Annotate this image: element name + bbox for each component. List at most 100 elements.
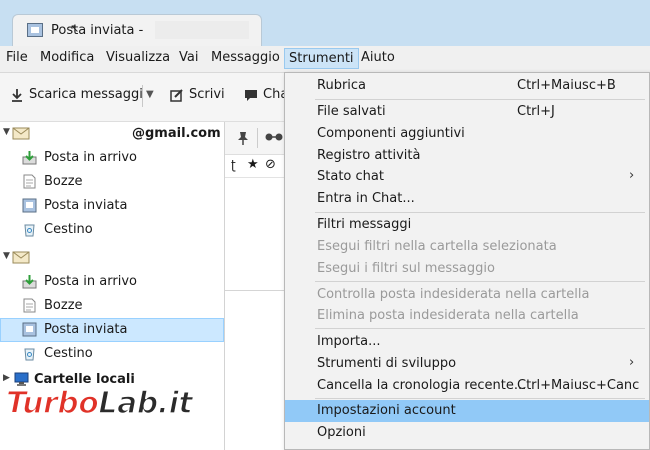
mail-account-icon — [12, 127, 30, 140]
folder-trash[interactable]: Cestino — [0, 218, 224, 242]
folder-label: Posta in arrivo — [44, 274, 137, 289]
folder-trash[interactable]: Cestino — [0, 342, 224, 366]
tab-posta-inviata[interactable]: Posta inviata - — [12, 14, 262, 46]
menu-item-label: Cancella la cronologia recente... — [317, 378, 527, 393]
menu-item-label: Componenti aggiuntivi — [317, 126, 465, 141]
download-messages-label: Scarica messaggi — [29, 87, 143, 102]
strumenti-menu: Rubrica Ctrl+Maiusc+B File salvati Ctrl+… — [284, 72, 650, 450]
menu-item-label: File salvati — [317, 104, 386, 119]
folder-sent-icon — [27, 23, 43, 37]
folder-sent-selected[interactable]: Posta inviata — [0, 318, 224, 342]
collapse-arrow-icon[interactable]: ▼ — [3, 127, 10, 137]
menu-separator — [315, 212, 645, 213]
chat-button[interactable]: Cha — [244, 87, 288, 107]
turbolab-watermark: TurboLab.it — [5, 385, 238, 430]
menu-item-label: Entra in Chat... — [317, 191, 415, 206]
glasses-icon[interactable] — [265, 132, 283, 142]
folder-inbox[interactable]: Posta in arrivo — [0, 270, 224, 294]
menu-item-cancella-cronologia[interactable]: Cancella la cronologia recente... Ctrl+M… — [285, 375, 649, 397]
trash-icon — [24, 224, 35, 237]
sent-folder-icon — [22, 322, 37, 337]
menu-item-label: Importa... — [317, 334, 381, 349]
menu-item-importa[interactable]: Importa... — [285, 331, 649, 353]
menu-item-registro-attivita[interactable]: Registro attività — [285, 145, 649, 167]
toolbar-separator — [142, 85, 143, 107]
menu-item-label: Strumenti di sviluppo — [317, 356, 457, 371]
account-row[interactable]: ▼ — [0, 246, 224, 270]
drafts-icon — [23, 174, 36, 189]
tab-title-redacted — [155, 21, 249, 39]
toolbar-separator — [257, 128, 258, 148]
menu-item-label: Registro attività — [317, 148, 421, 163]
menu-item-label: Rubrica — [317, 78, 367, 93]
computer-icon — [14, 372, 29, 386]
attachment-column-icon[interactable]: ⊘ — [265, 157, 276, 172]
menu-item-controlla-indesiderata: Controlla posta indesiderata nella carte… — [285, 284, 649, 306]
thread-column-icon[interactable]: ʈ — [231, 158, 236, 172]
submenu-arrow-icon: › — [629, 168, 635, 183]
folder-label: Cestino — [44, 222, 93, 237]
chat-bubble-icon — [245, 89, 257, 101]
watermark-part1: Turbo — [5, 385, 99, 422]
menu-item-shortcut: Ctrl+J — [517, 104, 555, 119]
menu-aiuto[interactable]: Aiuto — [361, 50, 395, 65]
menu-item-esegui-filtri-cartella: Esegui filtri nella cartella selezionata — [285, 236, 649, 258]
menu-item-filtri-messaggi[interactable]: Filtri messaggi — [285, 214, 649, 236]
menu-modifica[interactable]: Modifica — [40, 50, 94, 65]
pin-icon[interactable] — [235, 130, 251, 146]
menu-item-label: Esegui i filtri sul messaggio — [317, 261, 495, 276]
folder-drafts[interactable]: Bozze — [0, 294, 224, 318]
menu-item-impostazioni-account[interactable]: Impostazioni account — [285, 400, 649, 422]
download-icon — [12, 88, 22, 102]
menu-item-esegui-filtri-messaggio: Esegui i filtri sul messaggio — [285, 258, 649, 280]
chevron-down-icon[interactable]: ▼ — [146, 89, 154, 100]
menu-item-label: Esegui filtri nella cartella selezionata — [317, 239, 557, 254]
folder-label: Posta inviata — [44, 198, 128, 213]
star-column-icon[interactable]: ★ — [247, 157, 259, 172]
collapse-arrow-icon[interactable]: ▼ — [3, 251, 10, 261]
folder-label: Bozze — [44, 174, 83, 189]
menu-item-opzioni[interactable]: Opzioni — [285, 422, 649, 444]
menu-item-rubrica[interactable]: Rubrica Ctrl+Maiusc+B — [285, 75, 649, 97]
menu-item-componenti-aggiuntivi[interactable]: Componenti aggiuntivi — [285, 123, 649, 145]
menu-item-entra-in-chat[interactable]: Entra in Chat... — [285, 188, 649, 210]
menu-strumenti[interactable]: Strumenti — [284, 48, 359, 69]
tab-title: Posta inviata - — [51, 23, 144, 38]
pencil-icon — [170, 88, 183, 102]
menu-item-file-salvati[interactable]: File salvati Ctrl+J — [285, 101, 649, 123]
menu-file[interactable]: File — [6, 50, 28, 65]
menu-item-elimina-indesiderata: Elimina posta indesiderata nella cartell… — [285, 305, 649, 327]
menu-item-label: Impostazioni account — [317, 403, 456, 418]
mouse-cursor-icon: ↖ — [70, 22, 80, 35]
submenu-arrow-icon: › — [629, 355, 635, 370]
menu-separator — [315, 281, 645, 282]
drafts-icon — [23, 298, 36, 313]
watermark-part2: Lab.it — [98, 385, 194, 422]
folder-sent[interactable]: Posta inviata — [0, 194, 224, 218]
menu-separator — [315, 398, 645, 399]
expand-arrow-icon[interactable]: ▶ — [3, 373, 10, 383]
menu-item-label: Controlla posta indesiderata nella carte… — [317, 287, 590, 302]
folder-label: Posta in arrivo — [44, 150, 137, 165]
menu-bar: File Modifica Visualizza Vai Messaggio S… — [0, 46, 650, 73]
trash-icon — [24, 348, 35, 361]
title-bar: Posta inviata - ↖ — [0, 0, 650, 46]
download-messages-button[interactable]: Scarica messaggi — [10, 87, 143, 107]
folder-label: Bozze — [44, 298, 83, 313]
folder-inbox[interactable]: Posta in arrivo — [0, 146, 224, 170]
sent-folder-icon — [22, 198, 37, 213]
menu-visualizza[interactable]: Visualizza — [106, 50, 170, 65]
folder-drafts[interactable]: Bozze — [0, 170, 224, 194]
menu-vai[interactable]: Vai — [179, 50, 198, 65]
menu-item-label: Elimina posta indesiderata nella cartell… — [317, 308, 579, 323]
inbox-icon — [22, 151, 37, 165]
local-folders-label: Cartelle locali — [34, 372, 135, 387]
menu-item-label: Opzioni — [317, 425, 366, 440]
menu-item-strumenti-sviluppo[interactable]: Strumenti di sviluppo › — [285, 353, 649, 375]
write-button[interactable]: Scrivi — [170, 87, 225, 107]
menu-item-stato-chat[interactable]: Stato chat › — [285, 166, 649, 188]
account-row[interactable]: ▼ @gmail.com — [0, 122, 224, 146]
inbox-icon — [22, 275, 37, 289]
menu-separator — [315, 328, 645, 329]
menu-messaggio[interactable]: Messaggio — [211, 50, 280, 65]
